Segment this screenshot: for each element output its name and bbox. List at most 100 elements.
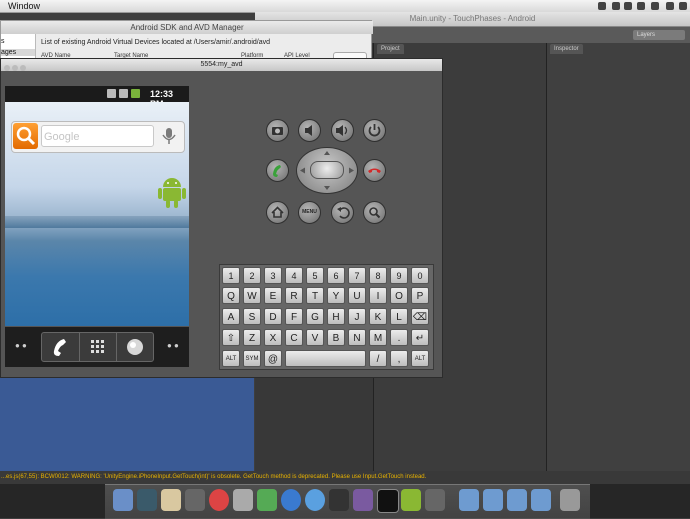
terminal-icon[interactable] bbox=[377, 489, 399, 513]
android-market-icon[interactable] bbox=[157, 174, 187, 210]
call-icon[interactable] bbox=[266, 159, 289, 182]
itunes-icon[interactable] bbox=[281, 489, 301, 511]
key-h[interactable]: H bbox=[327, 308, 345, 325]
backspace-key[interactable]: ⌫ bbox=[411, 308, 429, 325]
camera-icon[interactable] bbox=[266, 119, 289, 142]
mail-icon[interactable] bbox=[161, 489, 181, 511]
tab-inspector[interactable]: Inspector bbox=[550, 44, 583, 54]
back-icon[interactable] bbox=[331, 201, 354, 224]
inspector-panel[interactable]: Inspector bbox=[547, 43, 690, 478]
key-9[interactable]: 9 bbox=[390, 267, 408, 284]
folder-icon[interactable] bbox=[459, 489, 479, 511]
key-o[interactable]: O bbox=[390, 287, 408, 304]
unity-console-status[interactable]: ...es.js(67,55): BCW0012: WARNING: 'Unit… bbox=[0, 471, 690, 484]
system-prefs-icon[interactable] bbox=[185, 489, 205, 511]
close-window-button[interactable] bbox=[4, 65, 10, 71]
key-7[interactable]: 7 bbox=[348, 267, 366, 284]
phone-icon[interactable] bbox=[42, 333, 78, 361]
safari-icon[interactable] bbox=[305, 489, 325, 511]
key-d[interactable]: D bbox=[264, 308, 282, 325]
screen-record-icon[interactable] bbox=[598, 2, 606, 10]
spotlight-icon[interactable] bbox=[679, 2, 687, 10]
preview-icon[interactable] bbox=[233, 489, 253, 511]
app-icon[interactable] bbox=[425, 489, 445, 511]
key-k[interactable]: K bbox=[369, 308, 387, 325]
activity-monitor-icon[interactable] bbox=[137, 489, 157, 511]
volume-up-icon[interactable] bbox=[331, 119, 354, 142]
browser-icon[interactable] bbox=[117, 333, 153, 361]
search-input[interactable]: Google bbox=[41, 125, 154, 147]
key-1[interactable]: 1 bbox=[222, 267, 240, 284]
key-v[interactable]: V bbox=[306, 329, 324, 346]
menu-window[interactable]: Window bbox=[8, 0, 40, 12]
key-comma[interactable]: , bbox=[390, 350, 408, 367]
key-r[interactable]: R bbox=[285, 287, 303, 304]
shift-key[interactable]: ⇧ bbox=[222, 329, 240, 346]
key-g[interactable]: G bbox=[306, 308, 324, 325]
key-6[interactable]: 6 bbox=[327, 267, 345, 284]
home-icon[interactable] bbox=[266, 201, 289, 224]
key-i[interactable]: I bbox=[369, 287, 387, 304]
volume-down-icon[interactable] bbox=[298, 119, 321, 142]
minimize-window-button[interactable] bbox=[12, 65, 18, 71]
sidebar-item[interactable]: s bbox=[1, 38, 5, 45]
android-icon[interactable] bbox=[401, 489, 421, 511]
wifi-icon[interactable] bbox=[624, 2, 632, 10]
sym-key[interactable]: SYM bbox=[243, 350, 261, 367]
key-5[interactable]: 5 bbox=[306, 267, 324, 284]
key-w[interactable]: W bbox=[243, 287, 261, 304]
finder-icon[interactable] bbox=[113, 489, 133, 511]
key-2[interactable]: 2 bbox=[243, 267, 261, 284]
trash-icon[interactable] bbox=[560, 489, 580, 511]
key-s[interactable]: S bbox=[243, 308, 261, 325]
flag-icon[interactable] bbox=[666, 2, 674, 10]
google-search-widget[interactable]: Google bbox=[11, 121, 185, 153]
key-0[interactable]: 0 bbox=[411, 267, 429, 284]
dpad-center-button[interactable] bbox=[310, 161, 344, 179]
key-n[interactable]: N bbox=[348, 329, 366, 346]
end-call-icon[interactable] bbox=[363, 159, 386, 182]
microphone-icon[interactable] bbox=[159, 126, 179, 146]
zoom-window-button[interactable] bbox=[20, 65, 26, 71]
device-screen[interactable]: 12:33 PM Google ● ● bbox=[5, 86, 189, 367]
photo-app-icon[interactable] bbox=[353, 489, 373, 511]
search-icon[interactable] bbox=[363, 201, 386, 224]
key-3[interactable]: 3 bbox=[264, 267, 282, 284]
key-j[interactable]: J bbox=[348, 308, 366, 325]
key-q[interactable]: Q bbox=[222, 287, 240, 304]
folder-icon[interactable] bbox=[483, 489, 503, 511]
key-slash[interactable]: / bbox=[369, 350, 387, 367]
key-y[interactable]: Y bbox=[327, 287, 345, 304]
power-icon[interactable] bbox=[363, 119, 386, 142]
key-e[interactable]: E bbox=[264, 287, 282, 304]
key-b[interactable]: B bbox=[327, 329, 345, 346]
prev-page-indicator[interactable]: ● ● bbox=[15, 341, 27, 350]
menu-button[interactable]: MENU bbox=[298, 201, 321, 224]
key-t[interactable]: T bbox=[306, 287, 324, 304]
key-p[interactable]: P bbox=[411, 287, 429, 304]
tab-project[interactable]: Project bbox=[377, 44, 404, 54]
key-c[interactable]: C bbox=[285, 329, 303, 346]
key-l[interactable]: L bbox=[390, 308, 408, 325]
key-m[interactable]: M bbox=[369, 329, 387, 346]
key-f[interactable]: F bbox=[285, 308, 303, 325]
key-a[interactable]: A bbox=[222, 308, 240, 325]
key-z[interactable]: Z bbox=[243, 329, 261, 346]
key-u[interactable]: U bbox=[348, 287, 366, 304]
volume-icon[interactable] bbox=[637, 2, 645, 10]
key-4[interactable]: 4 bbox=[285, 267, 303, 284]
sidebar-item[interactable]: ages bbox=[1, 49, 35, 56]
alt-right-key[interactable]: ALT bbox=[411, 350, 429, 367]
next-page-indicator[interactable]: ● ● bbox=[167, 341, 179, 350]
battery-icon[interactable] bbox=[651, 2, 659, 10]
chrome-icon[interactable] bbox=[209, 489, 229, 511]
key-period[interactable]: . bbox=[390, 329, 408, 346]
key-at[interactable]: @ bbox=[264, 350, 282, 367]
folder-icon[interactable] bbox=[507, 489, 527, 511]
search-icon[interactable] bbox=[13, 123, 38, 149]
layers-dropdown[interactable]: Layers bbox=[633, 30, 685, 40]
space-key[interactable] bbox=[285, 350, 366, 367]
unity-icon[interactable] bbox=[329, 489, 349, 511]
key-x[interactable]: X bbox=[264, 329, 282, 346]
alt-left-key[interactable]: ALT bbox=[222, 350, 240, 367]
